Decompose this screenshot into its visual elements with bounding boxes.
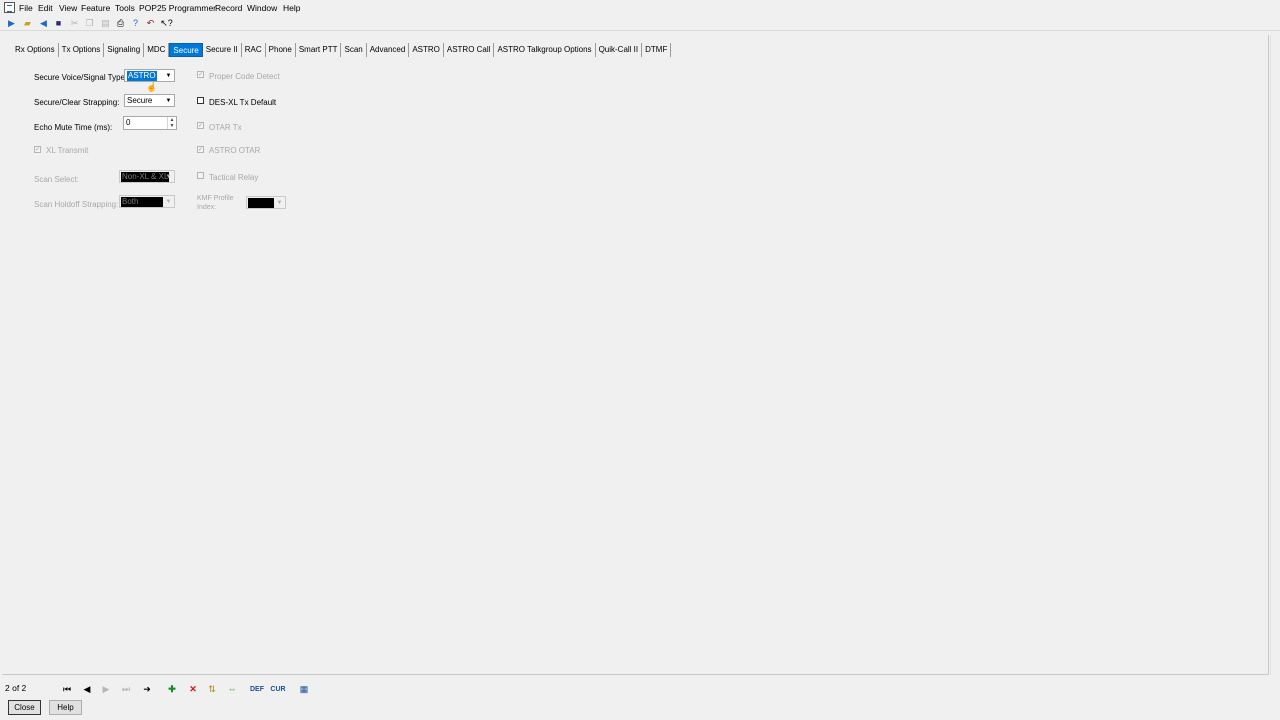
record-position: 2 of 2 [5, 683, 27, 693]
open-icon[interactable]: ▰ [21, 17, 34, 29]
copy-icon[interactable]: ❐ [83, 17, 96, 29]
echo-mute-stepper[interactable]: 0 ▲ ▼ [123, 116, 177, 130]
tab-tx-options[interactable]: Tx Options [59, 43, 105, 57]
vertical-scrollbar[interactable] [1270, 35, 1279, 675]
tab-astro-talkgroup-options[interactable]: ASTRO Talkgroup Options [494, 43, 596, 57]
content-panel [2, 35, 1269, 675]
stepper-down-icon[interactable]: ▼ [168, 123, 176, 129]
chevron-down-icon: ▼ [165, 173, 172, 180]
tab-dtmf[interactable]: DTMF [642, 43, 672, 57]
tab-advanced[interactable]: Advanced [367, 43, 410, 57]
tab-smart-ptt[interactable]: Smart PTT [296, 43, 342, 57]
kmf-profile-label-line1: KMF Profile [197, 195, 234, 202]
spreadsheet-view-icon[interactable]: ▦ [296, 682, 312, 696]
menu-help[interactable]: Help [283, 3, 300, 13]
secure-voice-select[interactable]: ASTRO ▼ [124, 69, 175, 82]
proper-code-label: Proper Code Detect [209, 72, 280, 81]
strapping-select[interactable]: Secure ▼ [124, 94, 175, 107]
tab-secure[interactable]: Secure [169, 43, 203, 57]
menu-edit[interactable]: Edit [38, 3, 53, 13]
strapping-value: Secure [127, 96, 153, 105]
app-icon [4, 2, 15, 13]
tactical-relay-label: Tactical Relay [209, 173, 259, 182]
menu-view[interactable]: View [59, 3, 77, 13]
xl-transmit-label: XL Transmit [46, 146, 89, 155]
menu-window[interactable]: Window [247, 3, 277, 13]
desxl-label: DES-XL Tx Default [209, 98, 277, 107]
print-icon[interactable]: ⎙ [114, 17, 127, 29]
chevron-down-icon: ▼ [165, 72, 172, 79]
save-icon[interactable]: ■ [52, 17, 65, 29]
close-button[interactable]: Close [8, 700, 41, 715]
previous-record-icon[interactable]: ◀ [79, 682, 95, 696]
copy-record-icon[interactable]: ⇔ [224, 682, 240, 696]
tab-scan[interactable]: Scan [341, 43, 367, 57]
read-icon[interactable]: ▶ [5, 17, 18, 29]
sort-record-icon[interactable]: ⇅ [204, 682, 220, 696]
mouse-cursor-icon: ☝ [146, 82, 158, 92]
tab-quik-call-ii[interactable]: Quik-Call II [596, 43, 643, 57]
menu-pop25-programmer[interactable]: POP25 Programmer [139, 3, 216, 13]
status-bar: 2 of 2 ⏮ ◀ ▶ ⏭ ➜ ✚ ✕ ⇅ ⇔ DEF CUR ▦ [0, 680, 1280, 698]
echo-mute-label: Echo Mute Time (ms): [34, 123, 113, 132]
tab-rac[interactable]: RAC [242, 43, 266, 57]
menu-record[interactable]: Record [215, 3, 242, 13]
chevron-down-icon: ▼ [165, 97, 172, 104]
astro-otar-label: ASTRO OTAR [209, 146, 261, 155]
menu-tools[interactable]: Tools [115, 3, 135, 13]
paste-icon[interactable]: ▤ [99, 17, 112, 29]
kmf-profile-label-line2: Index: [197, 204, 217, 211]
proper-code-checkbox[interactable]: ✓ [197, 71, 204, 78]
strapping-label: Secure/Clear Strapping: [34, 98, 120, 107]
menu-file[interactable]: File [19, 3, 33, 13]
secure-voice-value: ASTRO [127, 71, 157, 81]
chevron-down-icon: ▼ [276, 199, 283, 206]
scan-holdoff-select[interactable]: Both ▼ [119, 195, 175, 208]
tab-astro-call[interactable]: ASTRO Call [444, 43, 495, 57]
tactical-relay-checkbox[interactable] [197, 172, 204, 179]
last-record-icon[interactable]: ⏭ [118, 682, 134, 696]
whats-this-icon[interactable]: ↖? [160, 17, 173, 29]
back-icon[interactable]: ↶ [144, 17, 157, 29]
secure-voice-label: Secure Voice/Signal Type: [34, 73, 128, 82]
xl-transmit-checkbox[interactable]: ✓ [34, 146, 41, 153]
tab-phone[interactable]: Phone [266, 43, 296, 57]
write-icon[interactable]: ◀ [37, 17, 50, 29]
scan-select-label: Scan Select: [34, 175, 79, 184]
tab-astro[interactable]: ASTRO [409, 43, 444, 57]
stepper-buttons: ▲ ▼ [167, 117, 176, 129]
kmf-profile-select[interactable]: ▼ [246, 196, 286, 209]
kmf-profile-value [248, 198, 274, 208]
otar-tx-checkbox[interactable]: ✓ [197, 122, 204, 129]
otar-tx-label: OTAR Tx [209, 123, 242, 132]
astro-otar-checkbox[interactable]: ✓ [197, 146, 204, 153]
desxl-checkbox[interactable] [197, 97, 204, 104]
add-record-icon[interactable]: ✚ [164, 682, 180, 696]
current-values-icon[interactable]: CUR [270, 682, 286, 696]
help-button[interactable]: Help [49, 700, 82, 715]
delete-record-icon[interactable]: ✕ [185, 682, 201, 696]
scan-select-select[interactable]: Non-XL & XL ▼ [119, 170, 175, 183]
cut-icon[interactable]: ✂ [68, 17, 81, 29]
tab-bar: Rx Options Tx Options Signaling MDC Secu… [12, 43, 672, 57]
tab-secure-ii[interactable]: Secure II [203, 43, 242, 57]
menu-feature[interactable]: Feature [81, 3, 110, 13]
toolbar: ▶ ▰ ◀ ■ ✂ ❐ ▤ ⎙ ? ↶ ↖? [0, 15, 1280, 31]
next-record-icon[interactable]: ▶ [98, 682, 114, 696]
tab-mdc[interactable]: MDC [144, 43, 170, 57]
menu-bar: File Edit View Feature Tools POP25 Progr… [0, 0, 1280, 15]
echo-mute-value: 0 [126, 118, 131, 127]
first-record-icon[interactable]: ⏮ [59, 682, 75, 696]
scan-select-value: Non-XL & XL [121, 172, 170, 182]
scan-holdoff-label: Scan Holdoff Strapping: [34, 200, 119, 209]
tab-rx-options[interactable]: Rx Options [12, 43, 59, 57]
go-to-record-icon[interactable]: ➜ [139, 682, 155, 696]
default-values-icon[interactable]: DEF [249, 682, 265, 696]
tab-signaling[interactable]: Signaling [104, 43, 145, 57]
help-icon[interactable]: ? [129, 17, 142, 29]
chevron-down-icon: ▼ [165, 198, 172, 205]
scan-holdoff-value: Both [121, 197, 163, 207]
